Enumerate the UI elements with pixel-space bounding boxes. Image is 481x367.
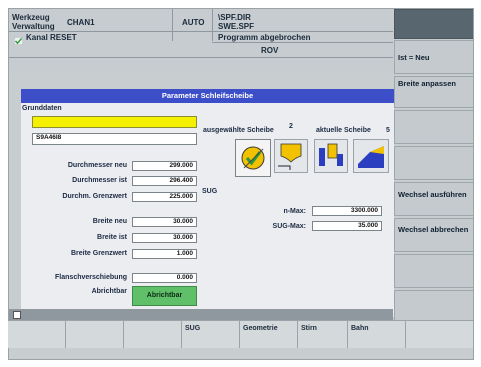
diameter-new-field[interactable]: 299.000 [132,161,197,171]
field-label: Breite ist [97,234,127,241]
softkey-label: Breite anpassen [398,79,456,88]
softkey-wechsel-abbrechen[interactable]: Wechsel abbrechen [394,218,473,252]
softkey-label: SUG [185,325,201,332]
tool-id-field[interactable]: S9A46I8 [32,133,197,145]
softkey-right-7[interactable] [394,254,473,288]
softkey-label: Geometrie [243,325,278,332]
sugmax-field[interactable]: 35.000 [312,221,382,231]
softkey-bottom-8[interactable] [406,320,474,348]
softkey-right-4[interactable] [394,146,473,180]
check-wheel-icon [236,146,270,180]
status-header: Werkzeug Verwaltung CHAN1 AUTO \SPF.DIR … [9,9,393,73]
softkey-geometrie[interactable]: Geometrie [240,320,298,348]
rov-indicator: ROV [261,46,279,55]
field-label: Flanschverschiebung [55,274,127,281]
softkey-bottom-2[interactable] [66,320,124,348]
flange-offset-field[interactable]: 0.000 [132,273,197,283]
field-label: Durchmesser ist [72,177,127,184]
nmax-label: n-Max: [283,208,306,215]
width-new-field[interactable]: 30.000 [132,217,197,227]
program-dir: \SPF.DIR [218,13,251,22]
program-file: SWE.SPF [218,22,255,31]
softkey-right-top[interactable] [394,9,473,39]
dressable-toggle[interactable]: Abrichtbar [132,286,197,306]
mode-label: AUTO [182,18,205,27]
hmi-screen: Werkzeug Verwaltung CHAN1 AUTO \SPF.DIR … [8,8,474,360]
current-wheel-value: 5 [386,127,390,134]
softkey-wechsel-ausfuehren[interactable]: Wechsel ausführen [394,182,473,216]
field-label: Breite neu [92,218,127,225]
inclined-wheel-icon [315,143,347,176]
softkey-ist-neu[interactable]: Ist = Neu [394,40,473,74]
diameter-limit-field[interactable]: 225.000 [132,192,197,202]
softkey-label: Wechsel abbrechen [398,225,469,234]
area-label: Werkzeug Verwaltung [12,13,55,31]
sug-section-label: SUG [202,188,218,195]
width-actual-field[interactable]: 30.000 [132,233,197,243]
dressable-label: Abrichtbar [91,288,127,295]
softkey-stirn[interactable]: Stirn [298,320,348,348]
reset-status: Kanal RESET [26,33,77,42]
softkey-breite-anpassen[interactable]: Breite anpassen [394,76,473,108]
diameter-actual-field[interactable]: 296.400 [132,176,197,186]
softkey-right-8[interactable] [394,290,473,324]
program-status: Programm abgebrochen [218,33,311,42]
bottom-softkey-bar: SUG Geometrie Stirn Bahn [8,320,474,350]
sugmax-label: SUG-Max: [272,223,306,230]
channel-label: CHAN1 [67,18,95,27]
field-label: Durchm. Grenzwert [62,193,127,200]
softkey-bottom-3[interactable] [124,320,182,348]
dialog-title: Parameter Schleifscheibe [21,89,394,103]
current-wheel-label: aktuelle Scheibe [316,127,371,134]
softkey-label: Wechsel ausführen [398,190,467,199]
angled-wheel-icon [354,146,388,176]
wheel-shape-4-button[interactable] [353,139,389,173]
dialog-panel: Parameter Schleifscheibe Grunddaten S9A4… [21,89,394,317]
softkey-label: Bahn [351,325,369,332]
tool-name-input[interactable] [32,116,197,128]
wheel-shape-1-button[interactable] [235,139,271,177]
wheel-shape-2-button[interactable] [274,139,308,173]
selected-wheel-label: ausgewählte Scheibe [203,127,274,134]
straight-wheel-icon [275,143,307,176]
softkey-bahn[interactable]: Bahn [348,320,406,348]
softkey-bottom-1[interactable] [8,320,66,348]
checkmark-icon [13,32,24,46]
selected-wheel-value: 2 [289,123,293,130]
field-label: Breite Grenzwert [70,250,127,257]
softkey-label: Stirn [301,325,317,332]
width-limit-field[interactable]: 1.000 [132,249,197,259]
nmax-field[interactable]: 3300.000 [312,206,382,216]
section-heading: Grunddaten [22,105,62,112]
softkey-right-3[interactable] [394,110,473,144]
softkey-sug[interactable]: SUG [182,320,240,348]
softkey-label: Ist = Neu [398,53,430,62]
scroll-up-icon[interactable] [13,311,21,324]
field-label: Durchmesser neu [67,162,127,169]
wheel-shape-3-button[interactable] [314,139,348,173]
